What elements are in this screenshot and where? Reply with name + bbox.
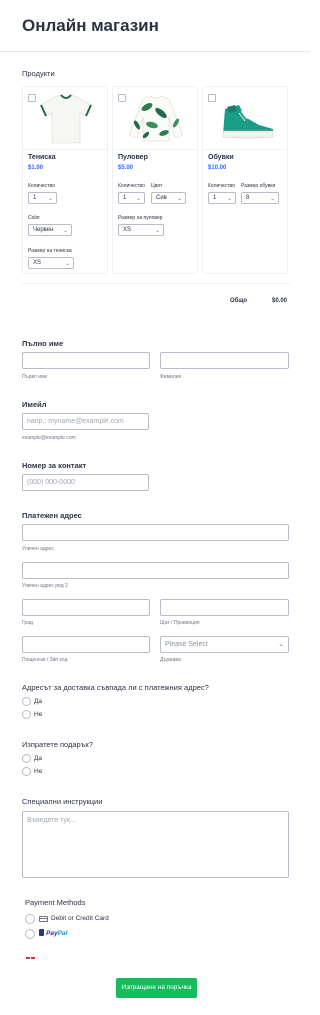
phone-input[interactable]: (000) 000-0000 [22,474,149,491]
radio-button[interactable] [22,767,31,776]
size-label: Размер на тениска [28,248,72,254]
color-select[interactable]: Сив ⌄ [151,192,186,204]
country-select[interactable]: Please Select ⌄ [160,636,289,653]
quantity-label: Количество [118,183,145,189]
radio-button[interactable] [25,914,35,924]
country-sublabel: Държава [160,657,181,663]
card-label: Debit or Credit Card [51,915,109,922]
product-price: $5.00 [118,165,134,171]
flag-icon [26,952,36,959]
last-name-sublabel: Фамилия [160,374,182,380]
full-name-label: Пълно име [22,339,64,348]
product-name: Пуловер [118,154,148,161]
state-input[interactable] [160,599,289,616]
sneaker-image [222,105,274,139]
street-address-2-input[interactable] [22,562,289,579]
quantity-label: Количество [28,183,55,189]
size-label: Размер на пуловер [118,215,163,221]
first-name-sublabel: Първо име [22,374,48,380]
chevron-down-icon: ⌄ [135,196,141,202]
products-label: Продукти [22,69,55,78]
street-address-input[interactable] [22,524,289,541]
sweater-image [128,95,184,142]
instructions-textarea[interactable]: Въведете тук... [22,811,289,878]
product-price: $1.00 [28,165,44,171]
color-select[interactable]: Червен ⌄ [28,224,72,236]
email-label: Имейл [22,400,47,409]
street2-sublabel: Уличен адрес ред 2 [22,583,68,589]
billing-address-label: Платежен адрес [22,511,82,520]
product-card-sweater[interactable]: Пуловер $5.00 Количество 1 ⌄ Цвят Сив ⌄ Ра… [112,86,198,274]
chevron-down-icon: ⌄ [226,196,232,202]
size-select[interactable]: XS ⌄ [118,224,164,236]
same-address-question: Адресът за доставка съвпада ли с платежн… [22,683,209,692]
email-sublabel: example@example.com [22,435,76,441]
total-label: Общо [230,298,248,304]
zip-input[interactable] [22,636,150,653]
email-field[interactable]: напр.: myname@example.com [22,413,149,430]
radio-button[interactable] [22,697,31,706]
quantity-label: Количество [208,183,235,189]
last-name-input[interactable] [160,352,289,369]
chevron-down-icon: ⌄ [278,641,284,648]
zip-sublabel: Пощенски / Зип код [22,657,68,663]
city-input[interactable] [22,599,150,616]
total-value: $0.00 [272,298,288,304]
first-name-input[interactable] [22,352,150,369]
product-card-shoes[interactable]: Обувки $10.00 Количество 1 ⌄ Размер обувк… [202,86,288,274]
instructions-label: Специални инструкции [22,797,103,806]
total-divider [22,283,290,284]
radio-button[interactable] [22,754,31,763]
chevron-down-icon: ⌄ [47,196,53,202]
chevron-down-icon: ⌄ [64,261,70,267]
quantity-select[interactable]: 1 ⌄ [28,192,57,204]
quantity-select[interactable]: 1 ⌄ [208,192,236,204]
product-name: Обувки [208,154,234,161]
gift-question: Изпратете подарък? [22,740,93,749]
paypal-logo-icon: PayPal [39,929,67,937]
color-label: Цвят [151,183,163,189]
credit-card-icon [39,916,48,922]
street-sublabel: Уличен адрес [22,546,54,552]
radio-button[interactable] [25,929,35,939]
product-name: Тениска [28,154,56,161]
product-price: $10.00 [208,165,227,171]
shoe-size-label: Размер обувки [241,183,276,189]
page-title: Онлайн магазин [22,16,159,35]
size-select[interactable]: XS ⌄ [28,257,74,269]
color-label: Color [28,215,40,221]
phone-label: Номер за контакт [22,461,87,470]
chevron-down-icon: ⌄ [154,228,160,234]
city-sublabel: Град [22,620,33,626]
chevron-down-icon: ⌄ [269,196,275,202]
chevron-down-icon: ⌄ [62,228,68,234]
chevron-down-icon: ⌄ [176,196,182,202]
tshirt-image [40,94,92,144]
quantity-select[interactable]: 1 ⌄ [118,192,145,204]
product-card-tshirt[interactable]: Тениска $1.00 Количество 1 ⌄ Color Червен… [22,86,108,274]
state-sublabel: Щат / Провинция [160,620,200,626]
shoe-size-select[interactable]: 8 ⌄ [241,192,279,204]
form-header: Онлайн магазин [0,0,310,52]
payment-methods-label: Payment Methods [25,898,86,907]
submit-order-button[interactable]: Изпращане на поръчка [116,978,197,998]
radio-button[interactable] [22,710,31,719]
